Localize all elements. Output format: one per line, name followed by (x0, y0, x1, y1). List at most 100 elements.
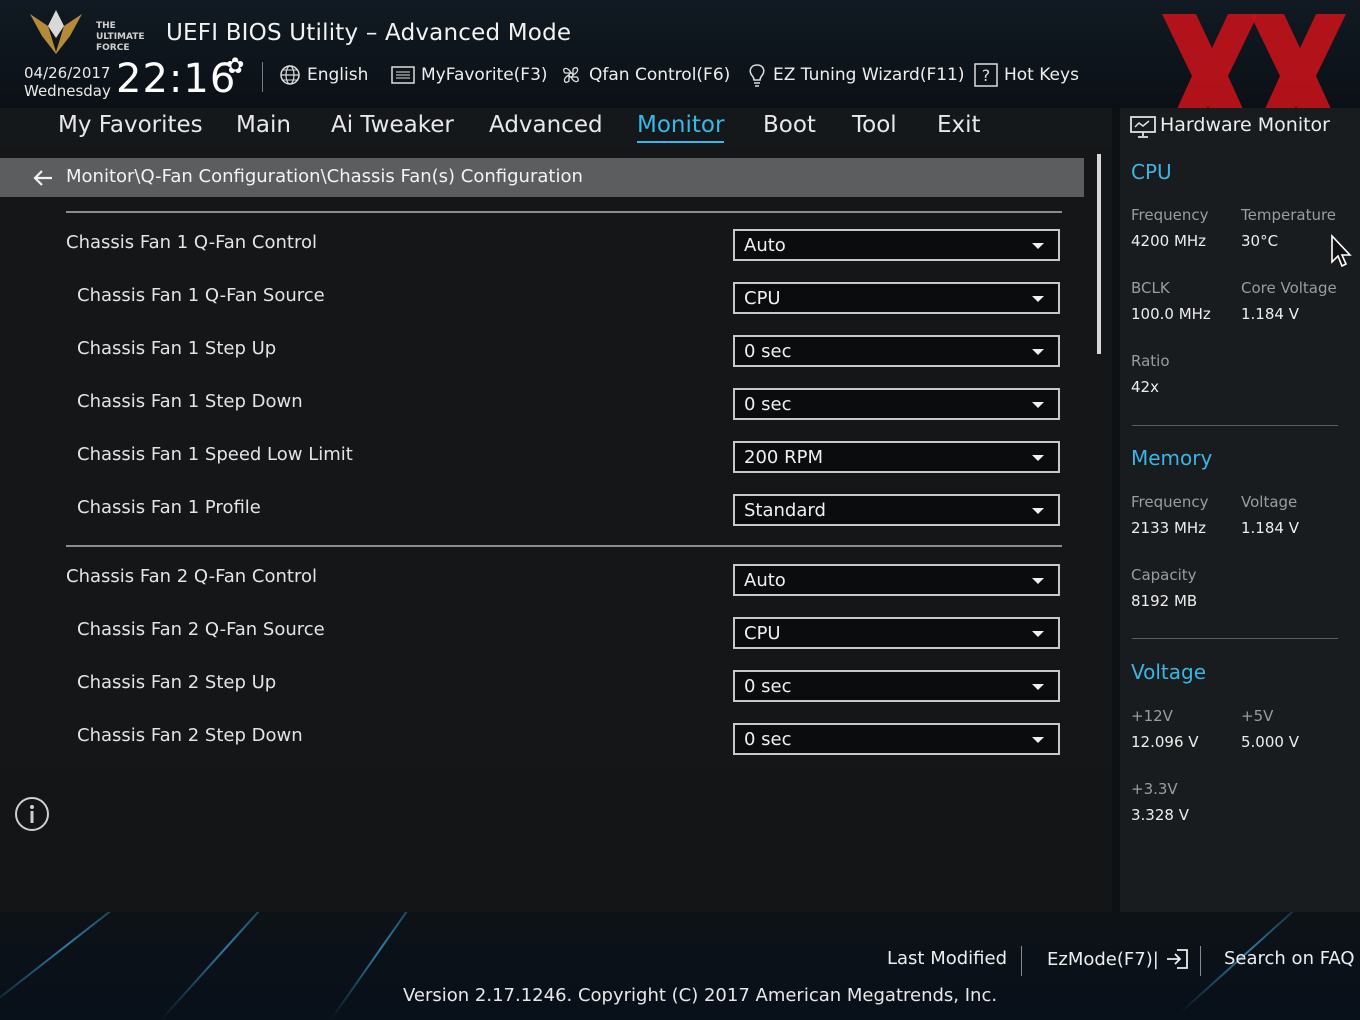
v12-label: +12V (1131, 707, 1173, 725)
breadcrumb: Monitor\Q-Fan Configuration\Chassis Fan(… (0, 158, 1084, 197)
search-on-faq-label: Search on FAQ (1224, 948, 1355, 969)
chassis-fan1-qfan-source-select[interactable]: CPU (733, 282, 1060, 314)
question-box-icon: ? (974, 63, 998, 87)
tab-advanced[interactable]: Advanced (489, 112, 603, 138)
date-text: 04/26/2017 (24, 64, 111, 82)
chassis-fan1-step-up-select[interactable]: 0 sec (733, 335, 1060, 367)
search-on-faq-button[interactable]: Search on FAQ (1224, 948, 1355, 969)
date-display: 04/26/2017 Wednesday (24, 64, 111, 100)
caret-down-icon (1032, 349, 1044, 355)
setting-label: Chassis Fan 2 Q-Fan Source (77, 619, 325, 640)
ez-tuning-wizard-label: EZ Tuning Wizard(F11) (773, 65, 965, 85)
ezmode-label: EzMode(F7)| (1047, 948, 1159, 970)
lightbulb-icon (749, 64, 765, 87)
caret-down-icon (1032, 296, 1044, 302)
chassis-fan1-profile-select[interactable]: Standard (733, 494, 1060, 526)
hot-keys-button[interactable]: ? Hot Keys (974, 62, 1079, 88)
qfan-control-button[interactable]: Qfan Control(F6) (559, 62, 730, 88)
info-icon (15, 797, 49, 831)
section-divider (66, 545, 1062, 547)
svg-text:FORCE: FORCE (96, 43, 129, 53)
capacity-label: Capacity (1131, 566, 1197, 584)
breadcrumb-path: Monitor\Q-Fan Configuration\Chassis Fan(… (66, 166, 583, 187)
weekday-text: Wednesday (24, 82, 111, 100)
scrollbar[interactable] (1097, 154, 1101, 354)
svg-text:THE: THE (96, 21, 116, 31)
hw-divider (1132, 638, 1338, 639)
v12-value: 12.096 V (1131, 733, 1199, 751)
cpu-frequency-value: 4200 MHz (1131, 232, 1207, 250)
dropdown-value: 0 sec (744, 394, 792, 415)
capacity-value: 8192 MB (1131, 592, 1198, 610)
v33-value: 3.328 V (1131, 806, 1189, 824)
language-label: English (307, 65, 369, 85)
setting-label: Chassis Fan 2 Step Down (77, 725, 303, 746)
setting-label: Chassis Fan 2 Step Up (77, 672, 277, 693)
dropdown-value: Auto (744, 570, 786, 591)
ratio-value: 42x (1131, 378, 1159, 396)
memory-frequency-label: Frequency (1131, 493, 1209, 511)
dropdown-value: 200 RPM (744, 447, 823, 468)
footer-bar: Last Modified EzMode(F7)| Search on FAQ … (0, 912, 1360, 1020)
dropdown-value: CPU (744, 288, 781, 309)
back-arrow-icon[interactable] (32, 167, 54, 189)
caret-down-icon (1032, 578, 1044, 584)
mouse-cursor-icon (1331, 234, 1352, 268)
cpu-temperature-label: Temperature (1241, 206, 1337, 224)
tab-boot[interactable]: Boot (763, 112, 816, 138)
setting-label: Chassis Fan 1 Q-Fan Source (77, 285, 325, 306)
ezmode-button[interactable]: EzMode(F7)| (1047, 948, 1189, 970)
tab-monitor[interactable]: Monitor (637, 112, 725, 143)
header-separator (262, 62, 263, 92)
dropdown-value: CPU (744, 623, 781, 644)
fan-icon (563, 67, 579, 83)
svg-text:?: ? (982, 66, 991, 85)
monitor-icon (1130, 116, 1156, 138)
hw-divider (1132, 425, 1338, 426)
caret-down-icon (1032, 455, 1044, 461)
setting-label: Chassis Fan 1 Profile (77, 497, 261, 518)
gear-icon[interactable]: ✿ (226, 54, 244, 79)
cpu-frequency-label: Frequency (1131, 206, 1209, 224)
v33-label: +3.3V (1131, 780, 1178, 798)
dropdown-value: 0 sec (744, 676, 792, 697)
ez-tuning-wizard-button[interactable]: EZ Tuning Wizard(F11) (747, 62, 965, 88)
caret-down-icon (1032, 508, 1044, 514)
myfavorite-button[interactable]: MyFavorite(F3) (391, 62, 548, 88)
tab-main[interactable]: Main (236, 112, 291, 138)
chassis-fan1-speed-low-limit-select[interactable]: 200 RPM (733, 441, 1060, 473)
footer-separator (1021, 946, 1022, 976)
qfan-control-label: Qfan Control(F6) (589, 65, 731, 85)
help-info-panel (0, 766, 1112, 912)
dropdown-value: Auto (744, 235, 786, 256)
chassis-fan2-qfan-control-select[interactable]: Auto (733, 564, 1060, 596)
tab-exit[interactable]: Exit (937, 112, 981, 138)
chassis-fan1-qfan-control-select[interactable]: Auto (733, 229, 1060, 261)
ratio-label: Ratio (1131, 352, 1170, 370)
v5-value: 5.000 V (1241, 733, 1299, 751)
caret-down-icon (1032, 402, 1044, 408)
dropdown-value: 0 sec (744, 341, 792, 362)
setting-label: Chassis Fan 1 Speed Low Limit (77, 444, 353, 465)
hot-keys-label: Hot Keys (1004, 65, 1079, 85)
core-voltage-value: 1.184 V (1241, 305, 1299, 323)
chassis-fan2-qfan-source-select[interactable]: CPU (733, 617, 1060, 649)
main-nav: My Favorites Main Ai Tweaker Advanced Mo… (0, 108, 1112, 148)
last-modified-label: Last Modified (887, 948, 1008, 969)
tab-tool[interactable]: Tool (852, 112, 897, 138)
language-button[interactable]: English (279, 62, 368, 88)
dropdown-value: 0 sec (744, 729, 792, 750)
top-header: THE ULTIMATE FORCE UEFI BIOS Utility – A… (0, 0, 1360, 108)
chassis-fan1-step-down-select[interactable]: 0 sec (733, 388, 1060, 420)
caret-down-icon (1032, 631, 1044, 637)
clock-time: 22:16 (116, 56, 237, 102)
tuf-logo: THE ULTIMATE FORCE (30, 10, 145, 54)
bclk-label: BCLK (1131, 279, 1170, 297)
exit-arrow-icon (1166, 949, 1188, 969)
chassis-fan2-step-up-select[interactable]: 0 sec (733, 670, 1060, 702)
chassis-fan2-step-down-select[interactable]: 0 sec (733, 723, 1060, 755)
tab-my-favorites[interactable]: My Favorites (58, 112, 203, 138)
last-modified-button[interactable]: Last Modified (887, 948, 1007, 969)
tab-ai-tweaker[interactable]: Ai Tweaker (331, 112, 454, 138)
v5-label: +5V (1241, 707, 1274, 725)
